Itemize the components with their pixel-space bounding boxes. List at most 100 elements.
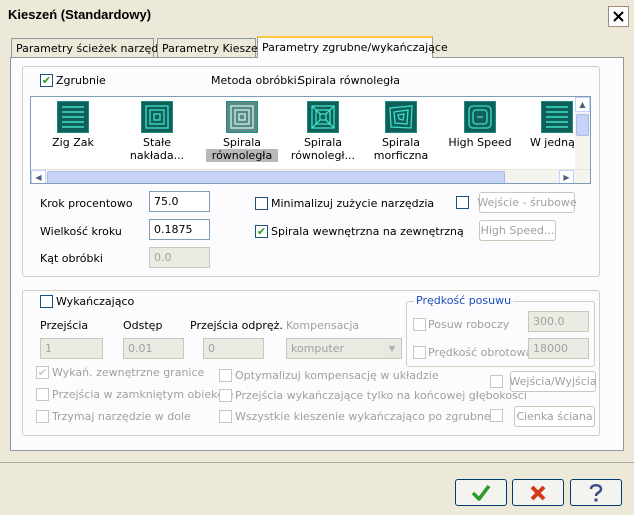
horizontal-scroll-thumb[interactable]	[47, 171, 505, 183]
keep-tool-down-checkbox[interactable]	[36, 410, 49, 423]
strategy-parallel-spiral-clean[interactable]: Spirala równoległ...	[287, 97, 359, 171]
parallel-spiral-clean-icon	[307, 101, 339, 133]
passes-input[interactable]: 1	[40, 338, 103, 359]
title-bar: Kieszeń (Standardowy)	[0, 0, 634, 33]
high-speed-button[interactable]: High Speed...	[479, 220, 556, 241]
constant-overlap-spiral-icon	[141, 101, 173, 133]
strategy-label: Stałe	[143, 136, 171, 149]
ok-button[interactable]	[455, 479, 507, 506]
question-icon	[589, 483, 603, 501]
strategy-list[interactable]: Zig Zak Stałe nakłada... Spirala równole…	[30, 96, 591, 184]
strategy-high-speed[interactable]: High Speed	[444, 97, 516, 171]
spring-passes-input[interactable]: 0	[203, 338, 264, 359]
chevron-down-icon: ▼	[384, 340, 400, 357]
checkmark-icon	[471, 484, 491, 501]
thin-wall-checkbox[interactable]	[490, 409, 503, 422]
helix-entry-button[interactable]: Wejście - śrubowe	[477, 192, 577, 213]
close-icon	[613, 11, 624, 22]
tab-toolpath-params[interactable]: Parametry ścieżek narzędzia	[11, 38, 174, 57]
scroll-right-icon[interactable]: ▶	[559, 170, 574, 183]
final-depth-checkbox[interactable]	[219, 389, 232, 402]
closed-object-label: Przejścia w zamkniętym obiekcie	[52, 388, 234, 401]
strategy-label: Spirala	[206, 136, 278, 149]
tab-pocket-params[interactable]: Parametry Kieszeni	[157, 38, 268, 57]
entry-exit-button[interactable]: Wejścia/Wyjścia	[509, 371, 597, 392]
entry-exit-checkbox[interactable]	[490, 375, 503, 388]
all-pockets-checkbox[interactable]	[219, 410, 232, 423]
passes-label: Przejścia	[40, 319, 89, 332]
thin-wall-button[interactable]: Cienka ściana	[514, 406, 595, 427]
spindle-speed-checkbox[interactable]	[413, 346, 426, 359]
minimize-wear-checkbox[interactable]	[255, 197, 268, 210]
strategy-label: Zig Zak	[52, 136, 94, 149]
strategy-label: Spirala	[381, 136, 421, 149]
method-value: Spirala równoległa	[298, 74, 400, 87]
cancel-button[interactable]	[512, 479, 564, 506]
compensation-select[interactable]: komputer ▼	[286, 338, 402, 359]
step-percent-input[interactable]: 75.0	[149, 191, 210, 212]
all-pockets-label: Wszystkie kieszenie wykańczająco po zgru…	[235, 410, 494, 423]
final-depth-label: Przejścia wykańczające tylko na końcowej…	[235, 389, 527, 402]
optimize-comp-checkbox[interactable]	[219, 369, 232, 382]
strategy-constant-overlap[interactable]: Stałe nakłada...	[121, 97, 193, 171]
spiral-inside-out-checkbox[interactable]: ✔	[255, 225, 268, 238]
one-way-icon	[541, 101, 573, 133]
strategy-label: High Speed	[448, 136, 512, 149]
strategy-parallel-spiral[interactable]: Spirala równoległa	[206, 97, 278, 171]
morph-spiral-icon	[385, 101, 417, 133]
footer-divider	[0, 462, 634, 463]
angle-input[interactable]: 0.0	[149, 247, 210, 268]
feed-input[interactable]: 300.0	[528, 311, 589, 332]
tab-label: Parametry Kieszeni	[162, 42, 268, 55]
angle-label: Kąt obróbki	[40, 252, 103, 265]
strategy-horizontal-scrollbar[interactable]: ◀ ▶	[31, 169, 590, 183]
minimize-wear-label: Minimalizuj zużycie narzędzia	[271, 197, 435, 210]
zigzag-icon	[57, 101, 89, 133]
compensation-value: komputer	[291, 342, 344, 355]
roughing-label: Zgrubnie	[56, 74, 106, 87]
cross-icon	[530, 485, 546, 500]
parallel-spiral-icon	[226, 101, 258, 133]
strategy-label-2: równoległ...	[290, 149, 356, 162]
roughing-checkbox[interactable]: ✔	[40, 74, 53, 87]
method-label: Metoda obróbki:	[211, 74, 301, 87]
close-button[interactable]	[608, 6, 629, 27]
help-button[interactable]	[570, 479, 622, 506]
strategy-label-2: nakłada...	[129, 149, 185, 162]
step-percent-label: Krok procentowo	[40, 197, 133, 210]
spacing-label: Odstęp	[123, 319, 163, 332]
vertical-scroll-thumb[interactable]	[576, 114, 589, 136]
outer-bounds-label: Wykań. zewnętrzne granice	[52, 366, 205, 379]
outer-bounds-checkbox[interactable]: ✔	[36, 366, 49, 379]
compensation-label: Kompensacja	[286, 319, 360, 332]
strategy-morph-spiral[interactable]: Spirala morficzna	[365, 97, 437, 171]
step-size-input[interactable]: 0.1875	[149, 219, 210, 240]
spacing-input[interactable]: 0.01	[123, 338, 184, 359]
step-size-label: Wielkość kroku	[40, 225, 122, 238]
tab-label: Parametry ścieżek narzędzia	[16, 42, 174, 55]
strategy-zigzag[interactable]: Zig Zak	[37, 97, 109, 171]
window-title: Kieszeń (Standardowy)	[8, 7, 152, 22]
strategy-vertical-scrollbar[interactable]: ▲	[575, 97, 590, 169]
spindle-speed-label: Prędkość obrotowa	[428, 346, 533, 359]
feed-label: Posuw roboczy	[428, 318, 510, 331]
tab-label: Parametry zgrubne/wykańczające	[262, 41, 448, 54]
spindle-speed-input[interactable]: 18000	[528, 338, 589, 359]
closed-object-checkbox[interactable]	[36, 388, 49, 401]
strategy-label-2: morficzna	[373, 149, 429, 162]
feed-checkbox[interactable]	[413, 318, 426, 331]
strategy-label-2: równoległa	[206, 149, 278, 162]
feed-rate-group-label: Prędkość posuwu	[414, 294, 514, 307]
high-speed-icon	[464, 101, 496, 133]
entry-checkbox[interactable]	[456, 196, 469, 209]
strategy-label: Spirala	[303, 136, 343, 149]
finishing-label: Wykańczająco	[56, 295, 135, 308]
tab-rough-finish-params[interactable]: Parametry zgrubne/wykańczające	[257, 36, 448, 58]
scroll-left-icon[interactable]: ◀	[31, 170, 46, 183]
spiral-inside-out-label: Spirala wewnętrzna na zewnętrzną	[271, 225, 464, 238]
optimize-comp-label: Optymalizuj kompensację w układzie	[235, 369, 439, 382]
spring-passes-label: Przejścia odpręż.	[190, 319, 283, 332]
keep-tool-down-label: Trzymaj narzędzie w dole	[52, 410, 191, 423]
finishing-checkbox[interactable]	[40, 295, 53, 308]
scroll-up-icon[interactable]: ▲	[575, 97, 590, 112]
